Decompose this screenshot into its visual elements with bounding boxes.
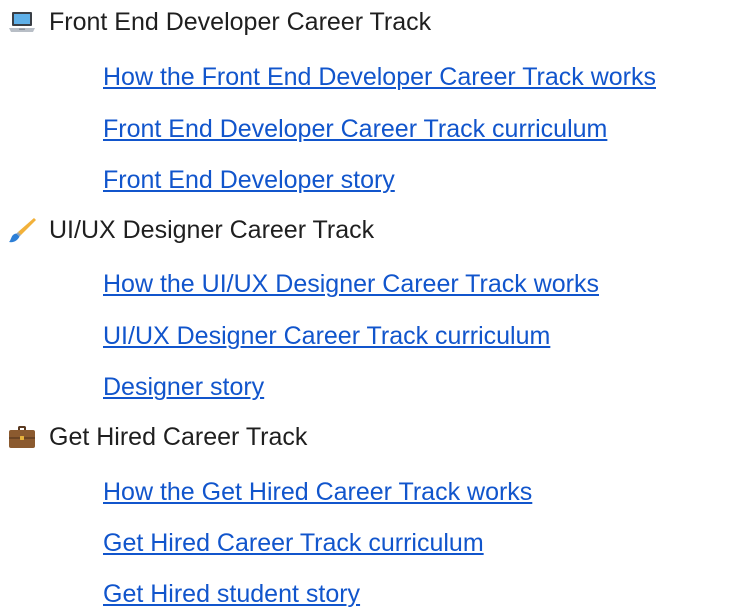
section-ui-ux-designer: UI/UX Designer Career Track xyxy=(7,210,374,250)
link-front-end-story[interactable]: Front End Developer story xyxy=(103,168,395,193)
link-get-hired-curriculum[interactable]: Get Hired Career Track curriculum xyxy=(103,531,484,556)
link-how-front-end-works[interactable]: How the Front End Developer Career Track… xyxy=(103,65,656,90)
link-designer-story[interactable]: Designer story xyxy=(103,375,264,400)
career-tracks-list: Front End Developer Career Track How the… xyxy=(0,0,750,607)
link-ui-ux-curriculum[interactable]: UI/UX Designer Career Track curriculum xyxy=(103,324,550,349)
link-how-get-hired-works[interactable]: How the Get Hired Career Track works xyxy=(103,480,532,505)
laptop-icon xyxy=(7,7,37,37)
link-get-hired-story[interactable]: Get Hired student story xyxy=(103,582,360,607)
link-front-end-curriculum[interactable]: Front End Developer Career Track curricu… xyxy=(103,117,607,142)
section-title: Get Hired Career Track xyxy=(49,422,308,451)
link-how-ui-ux-works[interactable]: How the UI/UX Designer Career Track work… xyxy=(103,272,599,297)
section-get-hired: Get Hired Career Track xyxy=(7,417,307,457)
section-front-end-developer: Front End Developer Career Track xyxy=(7,2,431,42)
briefcase-icon xyxy=(7,422,37,452)
paintbrush-icon xyxy=(7,215,37,245)
section-title: Front End Developer Career Track xyxy=(49,7,432,36)
section-title: UI/UX Designer Career Track xyxy=(49,215,375,244)
